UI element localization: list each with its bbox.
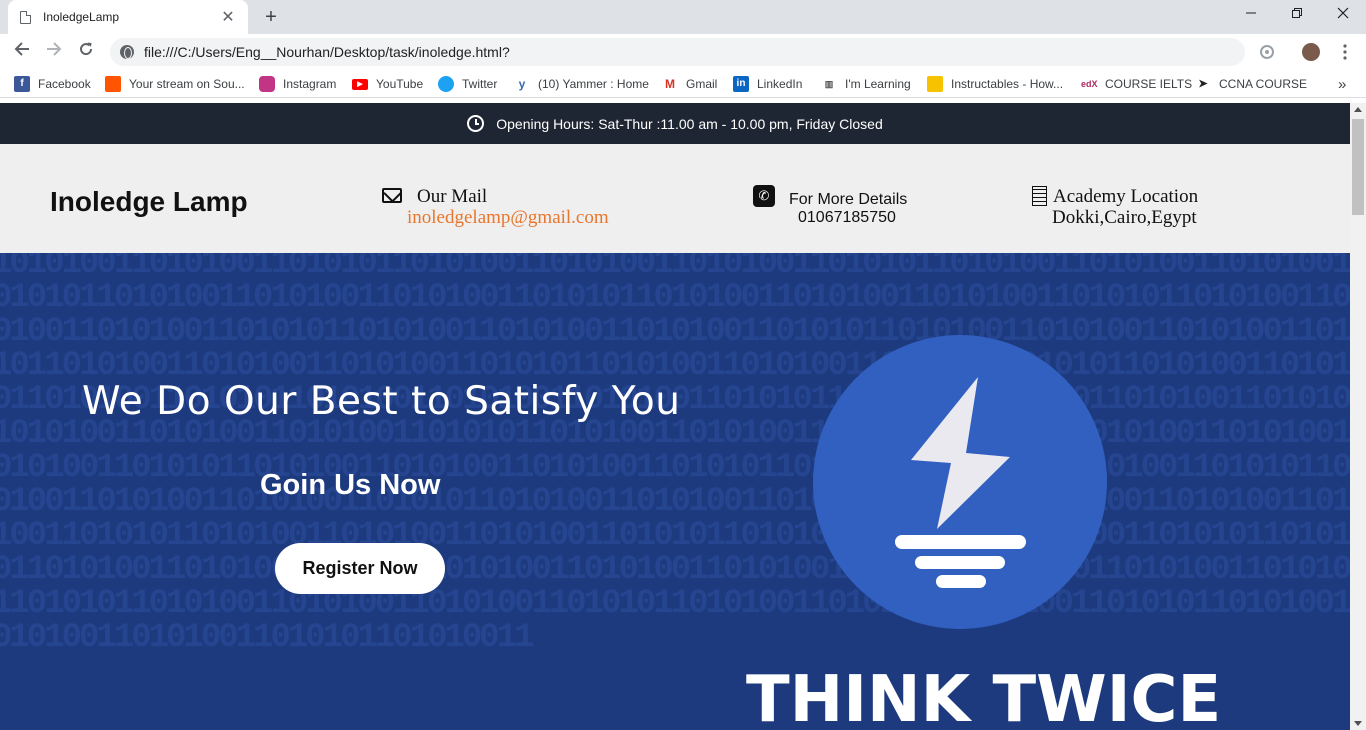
lamp-logo-circle [813,335,1107,629]
address-bar[interactable]: file:///C:/Users/Eng__Nourhan/Desktop/ta… [110,38,1245,66]
bookmark-youtube[interactable]: ▶ YouTube [352,76,423,92]
bookmark-linkedin[interactable]: in LinkedIn [733,76,802,92]
brand-title: Inoledge Lamp [50,186,248,217]
lightning-bolt-icon [895,377,1026,588]
facebook-icon: f [14,76,30,92]
bookmark-ielts[interactable]: edX COURSE IELTS [1081,76,1192,92]
new-tab-button[interactable]: + [258,4,284,30]
binary-pattern-background: 1010100110101001101010110101001101010011… [0,253,1350,657]
hero-headline: We Do Our Best to Satisfy You [82,379,681,424]
browser-tab[interactable]: InoledgeLamp ✕ [8,0,248,34]
bookmark-soundcloud[interactable]: Your stream on Sou... [105,76,245,92]
instagram-icon [259,76,275,92]
mail-title: Our Mail [417,186,488,207]
browser-tab-strip: InoledgeLamp ✕ + [0,0,1366,34]
building-icon [1032,186,1047,206]
learning-icon: ▥ [821,76,837,92]
youtube-icon: ▶ [352,78,368,90]
forward-icon[interactable] [42,40,66,64]
bookmark-ccna[interactable]: ➤ CCNA COURSE [1195,76,1307,92]
twitter-icon [438,76,454,92]
browser-toolbar: file:///C:/Users/Eng__Nourhan/Desktop/ta… [0,34,1366,70]
menu-kebab-icon[interactable] [1336,43,1354,61]
bookmark-label: LinkedIn [757,77,803,91]
soundcloud-icon [105,76,121,92]
vertical-scrollbar[interactable] [1350,103,1366,730]
tab-title: InoledgeLamp [43,10,120,24]
mail-block: Our Mail [417,186,487,207]
phone-icon: ✆ [753,185,775,207]
profile-avatar-icon[interactable] [1302,43,1320,61]
extension-icon[interactable] [1258,43,1276,61]
bookmark-learning[interactable]: ▥ I'm Learning [821,76,911,92]
restore-icon[interactable] [1274,0,1320,30]
gmail-icon: M [662,76,678,92]
window-close-icon[interactable] [1320,0,1366,30]
bookmark-label: Gmail [686,77,718,91]
scrollbar-thumb[interactable] [1352,119,1364,215]
bookmark-label: CCNA COURSE [1219,77,1308,91]
linkedin-icon: in [733,76,749,92]
phone-number: 01067185750 [798,209,896,226]
scroll-down-icon[interactable] [1354,721,1362,726]
globe-icon [120,45,134,59]
bookmark-label: I'm Learning [845,77,911,91]
mail-link[interactable]: inoledgelamp@gmail.com [407,207,609,228]
think-twice-logo-text: THINK TWICE [746,663,1222,730]
page-viewport: Opening Hours: Sat-Thur :11.00 am - 10.0… [0,103,1350,730]
url-text: file:///C:/Users/Eng__Nourhan/Desktop/ta… [144,44,510,60]
bookmark-label: Instructables - How... [951,77,1064,91]
bookmark-label: Facebook [38,77,91,91]
ccna-icon: ➤ [1195,76,1211,92]
bookmark-label: COURSE IELTS [1105,77,1193,91]
bookmark-label: Your stream on Sou... [129,77,245,91]
envelope-icon [382,188,402,203]
bookmark-instagram[interactable]: Instagram [259,76,336,92]
bookmark-instructables[interactable]: Instructables - How... [927,76,1063,92]
location-title: Academy Location [1053,186,1199,207]
bookmark-label: Instagram [283,77,337,91]
scroll-up-icon[interactable] [1354,107,1362,112]
bookmark-label: YouTube [376,77,424,91]
bookmark-twitter[interactable]: Twitter [438,76,497,92]
hero-section: 1010100110101001101010110101001101010011… [0,253,1350,730]
yammer-icon: y [514,76,530,92]
minimize-icon[interactable] [1228,0,1274,30]
bookmark-label: Twitter [462,77,498,91]
bookmark-label: (10) Yammer : Home [538,77,649,91]
contact-info-bar: Inoledge Lamp Our Mail inoledgelamp@gmai… [0,144,1350,253]
back-icon[interactable] [10,40,34,64]
document-icon [20,10,31,24]
opening-hours-bar: Opening Hours: Sat-Thur :11.00 am - 10.0… [0,103,1350,144]
location-value: Dokki,Cairo,Egypt [1052,207,1197,228]
bookmark-gmail[interactable]: M Gmail [662,76,717,92]
register-now-button[interactable]: Register Now [275,543,445,594]
tab-close-icon[interactable]: ✕ [220,7,236,27]
bookmark-yammer[interactable]: y (10) Yammer : Home [514,76,649,92]
opening-hours-text: Opening Hours: Sat-Thur :11.00 am - 10.0… [496,115,883,132]
reload-icon[interactable] [74,40,98,64]
clock-icon [467,115,485,132]
more-bookmarks-icon[interactable]: » [1338,76,1346,93]
bookmark-facebook[interactable]: f Facebook [14,76,91,92]
instructables-icon [927,76,943,92]
bookmarks-bar: f Facebook Your stream on Sou... Instagr… [0,70,1366,98]
edx-icon: edX [1081,76,1098,92]
join-heading: Goin Us Now [260,469,441,501]
